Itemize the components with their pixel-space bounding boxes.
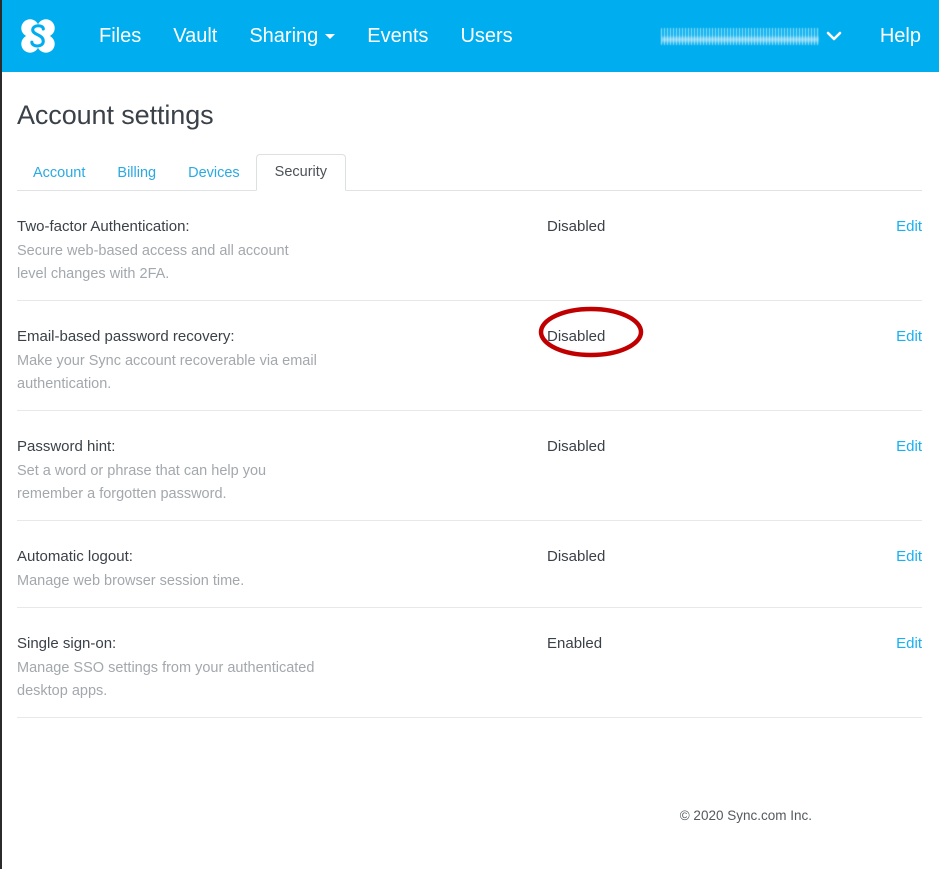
- setting-description: Secure web-based access and all account …: [17, 242, 289, 282]
- help-link[interactable]: Help: [880, 25, 921, 48]
- primary-nav-links: Files Vault Sharing Events Users: [83, 26, 529, 46]
- setting-action: Edit: [862, 634, 922, 653]
- setting-action: Edit: [862, 217, 922, 236]
- setting-main: Automatic logout: Manage web browser ses…: [17, 547, 547, 593]
- setting-description: Manage web browser session time.: [17, 572, 245, 589]
- nav-right-group: Help: [660, 25, 921, 48]
- setting-description: Set a word or phrase that can help you r…: [17, 462, 267, 502]
- nav-link-vault-label: Vault: [173, 25, 218, 47]
- settings-tabs: Account Billing Devices Security: [17, 153, 922, 191]
- sync-clover-logo-icon[interactable]: [16, 14, 60, 58]
- chevron-down-icon: [826, 31, 842, 40]
- setting-action: Edit: [862, 547, 922, 566]
- setting-action: Edit: [862, 437, 922, 456]
- setting-action: Edit: [862, 327, 922, 346]
- setting-label: Single sign-on:: [17, 635, 117, 652]
- page-body: Account settings Account Billing Devices…: [0, 72, 939, 823]
- nav-link-events-label: Events: [367, 25, 429, 47]
- edit-link-single-sign-on[interactable]: Edit: [896, 635, 922, 652]
- edit-link-automatic-logout[interactable]: Edit: [896, 548, 922, 565]
- nav-link-sharing-label: Sharing: [249, 25, 319, 47]
- status-value: Disabled: [547, 548, 606, 565]
- edit-link-email-based-password-recovery[interactable]: Edit: [896, 328, 922, 345]
- account-username-redacted: [660, 27, 819, 45]
- setting-main: Password hint: Set a word or phrase that…: [17, 437, 547, 506]
- status-value: Disabled: [547, 328, 606, 345]
- status-value: Disabled: [547, 218, 606, 235]
- nav-link-vault[interactable]: Vault: [157, 26, 233, 46]
- setting-status: Disabled: [547, 547, 862, 565]
- edit-link-password-hint[interactable]: Edit: [896, 438, 922, 455]
- nav-link-users-label: Users: [460, 25, 513, 47]
- tab-devices[interactable]: Devices: [172, 156, 256, 191]
- nav-link-files[interactable]: Files: [83, 26, 157, 46]
- caret-down-icon: [325, 33, 336, 39]
- security-settings-list: Two-factor Authentication: Secure web-ba…: [17, 191, 922, 718]
- page-title: Account settings: [17, 100, 214, 130]
- setting-main: Two-factor Authentication: Secure web-ba…: [17, 217, 547, 286]
- footer-copyright: © 2020 Sync.com Inc.: [679, 808, 812, 823]
- account-menu-button[interactable]: [660, 27, 846, 45]
- top-navigation-bar: Files Vault Sharing Events Users Help: [0, 0, 939, 72]
- tab-account[interactable]: Account: [17, 156, 101, 191]
- tab-billing[interactable]: Billing: [101, 156, 172, 191]
- setting-row-two-factor-authentication: Two-factor Authentication: Secure web-ba…: [17, 191, 922, 301]
- setting-row-automatic-logout: Automatic logout: Manage web browser ses…: [17, 521, 922, 608]
- nav-link-files-label: Files: [99, 25, 142, 47]
- nav-link-users[interactable]: Users: [444, 26, 528, 46]
- setting-description: Make your Sync account recoverable via e…: [17, 352, 317, 392]
- nav-link-events[interactable]: Events: [351, 26, 444, 46]
- setting-main: Single sign-on: Manage SSO settings from…: [17, 634, 547, 703]
- setting-label: Email-based password recovery:: [17, 328, 235, 345]
- setting-status: Enabled: [547, 634, 862, 652]
- status-value: Enabled: [547, 635, 603, 652]
- setting-status: Disabled: [547, 437, 862, 455]
- setting-label: Automatic logout:: [17, 548, 133, 565]
- edit-link-two-factor-authentication[interactable]: Edit: [896, 218, 922, 235]
- setting-label: Two-factor Authentication:: [17, 218, 190, 235]
- setting-status: Disabled: [547, 217, 862, 235]
- setting-label: Password hint:: [17, 438, 116, 455]
- setting-status: Disabled: [547, 327, 862, 345]
- tab-security[interactable]: Security: [255, 153, 347, 191]
- nav-link-sharing[interactable]: Sharing: [233, 26, 351, 46]
- status-value: Disabled: [547, 438, 606, 455]
- setting-row-email-based-password-recovery: Email-based password recovery: Make your…: [17, 301, 922, 411]
- setting-main: Email-based password recovery: Make your…: [17, 327, 547, 396]
- setting-row-password-hint: Password hint: Set a word or phrase that…: [17, 411, 922, 521]
- setting-row-single-sign-on: Single sign-on: Manage SSO settings from…: [17, 608, 922, 718]
- setting-description: Manage SSO settings from your authentica…: [17, 659, 315, 699]
